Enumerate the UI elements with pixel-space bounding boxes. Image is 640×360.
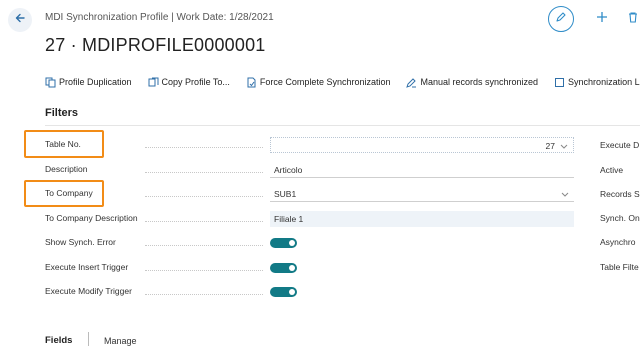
toggle-knob [289,289,295,295]
to-company-description-row: To Company Description Filiale 1 [45,211,575,227]
filters-section-title: Filters [45,107,79,119]
right-field-label: Active [600,165,624,175]
trash-icon [627,10,639,28]
leader-dots [145,172,263,173]
table-no-row: Table No. 27 [45,137,575,153]
force-complete-sync-action[interactable]: Force Complete Synchronization [246,75,391,89]
delete-button[interactable] [626,8,640,30]
to-company-description-field: Filiale 1 [270,211,574,227]
chevron-down-icon [561,190,569,200]
tab-fields[interactable]: Fields [45,335,72,346]
synchronization-log-action[interactable]: Synchronization L [554,75,640,89]
leader-dots [145,270,263,271]
action-label: Force Complete Synchronization [259,77,391,87]
right-field-label: Records S [600,189,640,199]
edit-button[interactable] [548,6,574,32]
execute-modify-trigger-label: Execute Modify Trigger [45,286,132,296]
leader-dots [145,147,263,148]
to-company-highlight [24,180,104,207]
description-label: Description [45,164,88,174]
sync-document-icon [247,77,256,87]
toggle-knob [289,240,295,246]
right-field-label: Table Filte [600,262,639,272]
pencil-icon [555,10,567,28]
execute-insert-trigger-toggle[interactable] [270,263,297,273]
plus-icon [596,10,608,28]
copy-icon [148,77,159,86]
description-row: Description Articolo [45,162,575,178]
execute-insert-trigger-label: Execute Insert Trigger [45,262,129,272]
leader-dots [145,294,263,295]
section-divider [45,125,640,126]
back-arrow-icon [14,11,26,29]
chevron-down-icon [560,142,568,152]
toggle-knob [289,265,295,271]
description-field[interactable]: Articolo [270,162,574,178]
action-label: Manual records synchronized [420,77,539,87]
action-label: Copy Profile To... [161,77,230,87]
to-company-field[interactable]: SUB1 [270,186,574,202]
manual-records-sync-action[interactable]: Manual records synchronized [406,75,538,89]
execute-insert-trigger-row: Execute Insert Trigger [45,260,575,276]
page-subtitle: MDI Synchronization Profile | Work Date:… [45,12,274,23]
show-synch-error-label: Show Synch. Error [45,237,116,247]
right-field-label: Synch. On [600,213,640,223]
to-company-value: SUB1 [274,189,297,199]
tab-separator [88,332,89,346]
to-company-description-value: Filiale 1 [274,214,304,224]
table-no-field[interactable]: 27 [270,137,574,153]
description-value: Articolo [274,165,303,175]
copy-profile-action[interactable]: Copy Profile To... [148,75,230,89]
action-label: Profile Duplication [59,77,132,87]
page-title: 27 · MDIPROFILE0000001 [45,35,266,55]
log-icon [555,77,565,87]
table-no-value: 27 [545,141,555,151]
action-bar: Profile Duplication Copy Profile To... F… [45,75,640,89]
show-synch-error-row: Show Synch. Error [45,235,575,251]
back-button[interactable] [8,8,32,32]
table-no-highlight [24,130,104,158]
tab-manage[interactable]: Manage [104,336,137,346]
execute-modify-trigger-toggle[interactable] [270,287,297,297]
right-field-label: Asynchro [600,237,636,247]
duplicate-icon [45,77,56,87]
execute-modify-trigger-row: Execute Modify Trigger [45,284,575,300]
to-company-description-label: To Company Description [45,213,138,223]
manual-edit-icon [406,77,417,88]
profile-duplication-action[interactable]: Profile Duplication [45,75,132,89]
leader-dots [145,245,263,246]
leader-dots [145,221,263,222]
show-synch-error-toggle[interactable] [270,238,297,248]
leader-dots [145,196,263,197]
action-label: Synchronization L [568,77,640,87]
new-button[interactable] [593,8,611,30]
right-field-label: Execute D [600,140,640,150]
to-company-row: To Company SUB1 [45,186,575,202]
